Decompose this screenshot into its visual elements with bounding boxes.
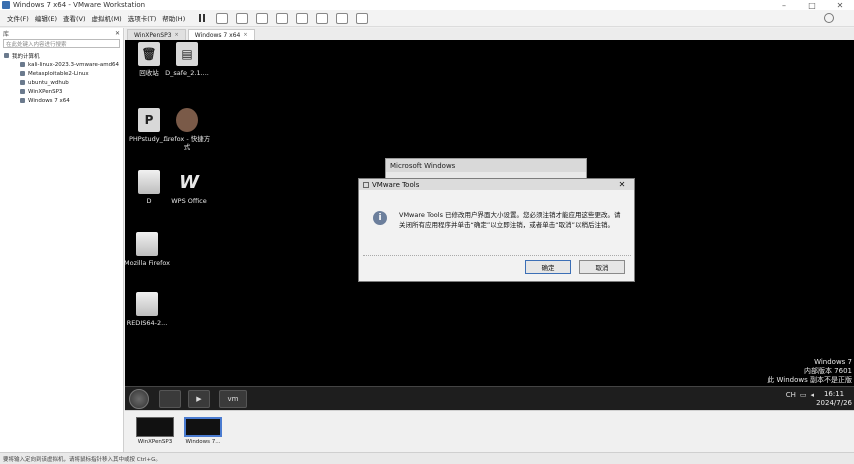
tab-windows7[interactable]: Windows 7 x64 × <box>187 29 255 40</box>
library-pane: 库 ✕ 在此处键入内容进行搜索 我的计算机 kali-linux-2023.3-… <box>0 28 124 452</box>
tree-item-vm[interactable]: WinXPenSP3 <box>0 87 123 96</box>
tree-item-vm[interactable]: ubuntu_wdhub <box>0 78 123 87</box>
desktop-icon-firefox-shortcut[interactable]: firefox - 快捷方式 <box>163 108 211 151</box>
status-bar: 要将输入定向到该虚拟机，请将鼠标指针移入其中或按 Ctrl+G。 <box>0 452 854 464</box>
thumbnail-toggle-icon[interactable] <box>316 12 329 24</box>
dialog-close-icon[interactable]: ✕ <box>614 180 630 189</box>
snapshot-manager-icon[interactable] <box>276 12 289 24</box>
library-close-icon[interactable]: ✕ <box>115 30 120 37</box>
vm-icon <box>20 89 25 94</box>
firefox-icon <box>176 108 198 132</box>
taskbar: ▶ vm CH ▭ ◂ 16:11 2024/7/26 <box>125 386 854 410</box>
menu-help[interactable]: 帮助(H) <box>159 13 188 23</box>
volume-icon[interactable]: ◂ <box>810 391 814 399</box>
menu-edit[interactable]: 编辑(E) <box>32 13 60 23</box>
thumbnail-winxpensp3[interactable]: WinXPenSP3 <box>135 417 175 445</box>
library-title: 库 <box>3 30 10 38</box>
vm-thumbnail-image <box>184 417 222 437</box>
window-title: Windows 7 x64 - VMware Workstation <box>13 1 146 9</box>
menu-view[interactable]: 查看(V) <box>60 13 89 23</box>
tree-item-vm[interactable]: Metasploitable2-Linux <box>0 69 123 78</box>
revert-snapshot-icon[interactable] <box>256 12 269 24</box>
maximize-button[interactable]: □ <box>798 0 826 10</box>
menu-vm[interactable]: 虚拟机(M) <box>89 13 125 23</box>
windows-watermark: Windows 7 内部版本 7601 此 Windows 副本不是正版 <box>767 358 852 384</box>
phpstudy-icon: P <box>138 108 160 132</box>
vm-tabs: WinXPenSP3 × Windows 7 x64 × <box>125 28 854 40</box>
snapshot-icon[interactable] <box>236 12 249 24</box>
folder-icon <box>138 170 160 194</box>
unity-icon[interactable] <box>356 12 369 24</box>
library-search-input[interactable]: 在此处键入内容进行搜索 <box>3 39 120 48</box>
system-tray: CH ▭ ◂ <box>786 391 814 399</box>
tab-close-icon[interactable]: × <box>243 32 247 38</box>
media-player-taskbar-icon[interactable]: ▶ <box>188 390 210 408</box>
explorer-taskbar-icon[interactable] <box>159 390 181 408</box>
vmware-tools-dialog: VMware Tools ✕ i VMware Tools 已修改用户界面大小设… <box>358 178 635 282</box>
desktop-icon-mozilla-firefox[interactable]: Mozilla Firefox <box>125 232 171 267</box>
thumbnail-windows7[interactable]: Windows 7... <box>183 417 223 445</box>
vm-icon <box>20 80 25 85</box>
start-button[interactable] <box>129 389 149 409</box>
network-icon[interactable]: ▭ <box>800 391 807 399</box>
vm-thumbnail-image <box>136 417 174 437</box>
tab-close-icon[interactable]: × <box>175 32 179 38</box>
vm-icon <box>20 62 25 67</box>
info-icon: i <box>373 211 387 225</box>
menu-file[interactable]: 文件(F) <box>4 13 32 23</box>
cancel-button[interactable]: 取消 <box>579 260 625 274</box>
menu-bar: 文件(F) 编辑(E) 查看(V) 虚拟机(M) 选项卡(T) 帮助(H) <box>0 10 854 27</box>
dialog-message: VMware Tools 已修改用户界面大小设置。您必须注销才能应用这些更改。请… <box>399 211 621 229</box>
vmware-tools-icon <box>363 181 369 188</box>
tab-winxpensp3[interactable]: WinXPenSP3 × <box>127 29 186 40</box>
pause-icon[interactable] <box>196 13 208 24</box>
desktop-icon-redis[interactable]: REDIS64-2... <box>125 292 171 327</box>
tree-item-my-computer[interactable]: 我的计算机 <box>0 51 123 60</box>
close-button[interactable]: ✕ <box>826 0 854 10</box>
vm-display[interactable]: 🗑 回收站 ▤ D_safe_2.1.... P PHPstudy_... fi… <box>125 40 854 410</box>
wps-icon: W <box>179 171 199 193</box>
vm-icon <box>20 98 25 103</box>
vmware-app-icon <box>2 1 10 9</box>
minimize-button[interactable]: – <box>770 0 798 10</box>
taskbar-clock[interactable]: 16:11 2024/7/26 <box>816 390 852 408</box>
file-icon: ▤ <box>176 42 198 66</box>
language-indicator[interactable]: CH <box>786 391 796 399</box>
desktop-icon-d-safe[interactable]: ▤ D_safe_2.1.... <box>163 42 211 77</box>
dialog-title: VMware Tools <box>372 180 420 189</box>
library-toggle-icon[interactable] <box>296 12 309 24</box>
folder-icon <box>136 292 158 316</box>
dialog-title: Microsoft Windows <box>386 159 586 172</box>
vm-icon <box>20 71 25 76</box>
window-titlebar: Windows 7 x64 - VMware Workstation – □ ✕ <box>0 0 854 10</box>
send-ctrl-alt-del-icon[interactable] <box>216 12 229 24</box>
vmware-taskbar-icon[interactable]: vm <box>219 390 247 408</box>
thumbnail-bar: WinXPenSP3 Windows 7... <box>125 410 854 452</box>
fullscreen-icon[interactable] <box>336 12 349 24</box>
tree-item-vm[interactable]: Windows 7 x64 <box>0 96 123 105</box>
ok-button[interactable]: 确定 <box>525 260 571 274</box>
dialog-divider <box>363 255 631 256</box>
search-icon[interactable] <box>824 13 834 23</box>
desktop-icon-wps-office[interactable]: W WPS Office <box>165 170 213 206</box>
folder-icon <box>136 232 158 256</box>
recycle-bin-icon: 🗑 <box>138 42 160 66</box>
computer-icon <box>4 53 9 58</box>
menu-tabs[interactable]: 选项卡(T) <box>125 13 160 23</box>
tree-item-vm[interactable]: kali-linux-2023.3-vmware-amd64 <box>0 60 123 69</box>
